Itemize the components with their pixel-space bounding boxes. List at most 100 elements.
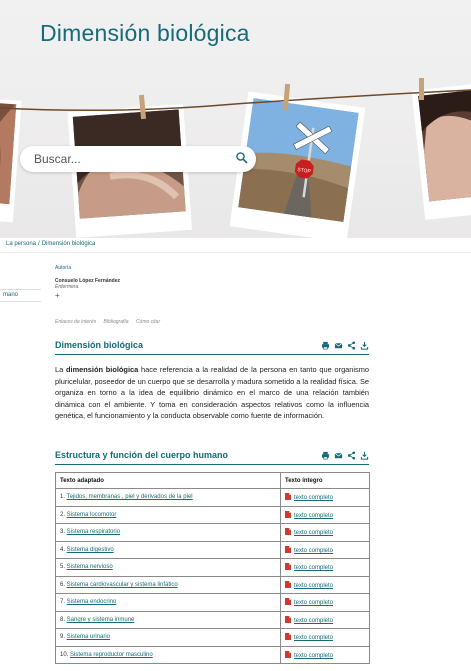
full-text-link[interactable]: texto completo	[294, 635, 333, 641]
topic-link[interactable]: Tejidos, membranas , piel y derivados de…	[67, 494, 193, 500]
table-row: 7. Sistema endocrino texto completo	[55, 593, 370, 612]
full-text-cell: texto completo	[280, 540, 370, 559]
pdf-icon	[285, 615, 291, 623]
pdf-icon	[285, 510, 291, 518]
print-icon[interactable]	[321, 451, 330, 460]
topic-link[interactable]: Sistema urinario	[67, 634, 110, 640]
topic-number: 3.	[60, 529, 67, 536]
full-text-link[interactable]: texto completo	[294, 600, 333, 606]
section-tools	[321, 451, 369, 460]
topic-number: 9.	[60, 634, 67, 641]
topic-number: 8.	[60, 616, 67, 623]
table-row: 10. Sistema reproductor masculino texto c…	[55, 645, 370, 664]
topic-number: 5.	[60, 564, 67, 571]
subnav-bibliography[interactable]: Bibliografía	[104, 319, 129, 325]
section-body-text: La dimensión biológica hace referencia a…	[55, 365, 370, 420]
divider	[0, 252, 471, 253]
pdf-icon	[285, 633, 291, 641]
full-text-cell: texto completo	[280, 645, 370, 664]
topic-number: 10.	[60, 651, 71, 658]
search-input[interactable]	[34, 150, 224, 168]
subnav: Enlaces de interés Bibliografía Cómo cit…	[55, 319, 166, 325]
full-text-cell: texto completo	[280, 610, 370, 629]
full-text-cell: texto completo	[280, 505, 370, 524]
full-text-cell: texto completo	[280, 558, 370, 577]
topic-link[interactable]: Sistema digestivo	[67, 547, 114, 553]
topic-cell: 4. Sistema digestivo	[55, 540, 281, 559]
pdf-icon	[285, 528, 291, 536]
hanging-string	[0, 89, 471, 111]
full-text-link[interactable]: texto completo	[294, 583, 333, 589]
full-text-link[interactable]: texto completo	[294, 513, 333, 519]
topic-link[interactable]: Sistema cardiovascular y sistema linfáti…	[67, 582, 178, 588]
mail-icon[interactable]	[334, 451, 343, 460]
hero-banner: STOP Dimensión biológica	[0, 0, 471, 238]
subnav-cite[interactable]: Cómo citar	[136, 319, 160, 325]
topic-cell: 8. Sangre y sistema inmune	[55, 610, 281, 629]
section-title: Estructura y función del cuerpo humano	[55, 450, 229, 460]
breadcrumb-item-persona[interactable]: La persona	[6, 241, 36, 247]
share-icon[interactable]	[347, 451, 356, 460]
topic-number: 2.	[60, 511, 67, 518]
topic-link[interactable]: Sangre y sistema inmune	[67, 617, 135, 623]
table-header-row: Texto adaptado Texto íntegro	[55, 472, 370, 489]
section-header-structure: Estructura y función del cuerpo humano	[55, 450, 369, 465]
topic-cell: 7. Sistema endocrino	[55, 593, 281, 612]
full-text-link[interactable]: texto completo	[294, 653, 333, 659]
author-heading: Autoría	[55, 265, 72, 271]
search-icon[interactable]	[235, 151, 249, 165]
full-text-link[interactable]: texto completo	[294, 495, 333, 501]
table-row: 2. Sistema locomotor texto completo	[55, 505, 370, 524]
pdf-icon	[285, 545, 291, 553]
table-row: 5. Sistema nervioso texto completo	[55, 558, 370, 577]
search-box	[20, 146, 256, 172]
subnav-links[interactable]: Enlaces de interés	[55, 319, 96, 325]
topic-number: 7.	[60, 599, 67, 606]
mail-icon[interactable]	[334, 341, 343, 350]
section-title: Dimensión biológica	[55, 340, 144, 350]
table-row: 3. Sistema respiratorio texto completo	[55, 523, 370, 542]
topic-link[interactable]: Sistema locomotor	[67, 512, 117, 518]
highlight-term: dimensión biológica	[66, 365, 139, 374]
table-row: 1. Tejidos, membranas , piel y derivados…	[55, 488, 370, 507]
pdf-icon	[285, 580, 291, 588]
breadcrumb: La persona / Dimensión biológica	[6, 241, 95, 247]
photo-left	[0, 98, 22, 223]
topic-cell: 5. Sistema nervioso	[55, 558, 281, 577]
topics-table: Texto adaptado Texto íntegro 1. Tejidos,…	[55, 472, 370, 664]
topic-link[interactable]: Sistema nervioso	[67, 564, 113, 570]
topic-cell: 3. Sistema respiratorio	[55, 523, 281, 542]
full-text-link[interactable]: texto completo	[294, 530, 333, 536]
share-icon[interactable]	[347, 341, 356, 350]
topic-cell: 6. Sistema cardiovascular y sistema linf…	[55, 575, 281, 594]
section-header-dimension: Dimensión biológica	[55, 340, 369, 355]
full-text-link[interactable]: texto completo	[294, 565, 333, 571]
author-more-button[interactable]: +	[55, 292, 120, 300]
table-row: 4. Sistema digestivo texto completo	[55, 540, 370, 559]
topic-cell: 2. Sistema locomotor	[55, 505, 281, 524]
download-icon[interactable]	[360, 341, 369, 350]
table-row: 9. Sistema urinario texto completo	[55, 628, 370, 647]
full-text-cell: texto completo	[280, 593, 370, 612]
topic-link[interactable]: Sistema endocrino	[67, 599, 117, 605]
topic-link[interactable]: Sistema respiratorio	[67, 529, 120, 535]
column-header: Texto adaptado	[55, 472, 281, 489]
breadcrumb-item-current[interactable]: Dimensión biológica	[42, 241, 96, 247]
sidebar-tab-label: mano	[3, 292, 19, 298]
author-block: Autoría Consuelo López Fernández Enferme…	[55, 265, 120, 300]
column-header: Texto íntegro	[280, 472, 370, 489]
full-text-cell: texto completo	[280, 628, 370, 647]
photo-right	[411, 83, 471, 220]
topic-number: 4.	[60, 546, 67, 553]
print-icon[interactable]	[321, 341, 330, 350]
table-row: 8. Sangre y sistema inmune texto completo	[55, 610, 370, 629]
full-text-link[interactable]: texto completo	[294, 618, 333, 624]
sidebar-tab[interactable]: mano	[0, 289, 41, 302]
pdf-icon	[285, 598, 291, 606]
full-text-link[interactable]: texto completo	[294, 548, 333, 554]
full-text-cell: texto completo	[280, 523, 370, 542]
topic-number: 6.	[60, 581, 67, 588]
download-icon[interactable]	[360, 451, 369, 460]
page-title: Dimensión biológica	[40, 20, 250, 46]
topic-link[interactable]: Sistema reproductor masculino	[70, 652, 153, 658]
